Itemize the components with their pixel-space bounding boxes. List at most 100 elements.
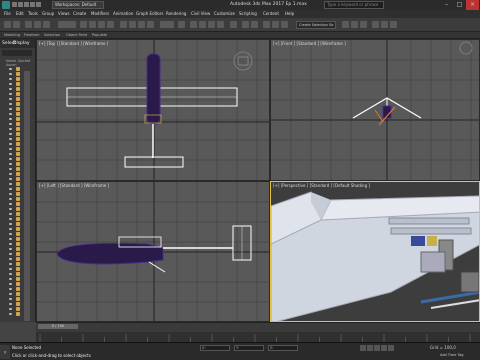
bind-space-warp-icon[interactable] — [43, 21, 50, 28]
visibility-eye-icon[interactable] — [9, 258, 12, 260]
go-to-end-icon[interactable] — [388, 345, 394, 351]
viewport-top[interactable]: [+] [Top ] [Standard ] [Wireframe ] — [36, 39, 270, 181]
reference-coordinate-dropdown[interactable] — [160, 21, 174, 28]
layer-explorer-icon[interactable] — [272, 21, 279, 28]
visibility-eye-icon[interactable] — [9, 143, 12, 145]
window-crossing-icon[interactable] — [107, 21, 114, 28]
visibility-eye-icon[interactable] — [9, 168, 12, 170]
align-icon[interactable] — [251, 21, 258, 28]
visibility-eye-icon[interactable] — [9, 203, 12, 205]
menu-create[interactable]: Create — [73, 11, 86, 16]
visibility-eye-icon[interactable] — [9, 273, 12, 275]
visibility-eye-icon[interactable] — [9, 243, 12, 245]
x-coordinate-field[interactable]: X: — [200, 345, 230, 351]
search-input[interactable]: Type a keyword or phrase — [324, 1, 384, 9]
app-logo-icon[interactable] — [2, 1, 10, 9]
visibility-eye-icon[interactable] — [9, 103, 12, 105]
spinner-snap-icon[interactable] — [217, 21, 224, 28]
snap-toggle-icon[interactable] — [190, 21, 197, 28]
pivot-center-icon[interactable] — [178, 21, 185, 28]
save-icon[interactable] — [24, 2, 29, 7]
rendered-frame-window-icon[interactable] — [381, 21, 388, 28]
redo-icon[interactable] — [13, 21, 20, 28]
visibility-eye-icon[interactable] — [9, 283, 12, 285]
undo-icon[interactable] — [30, 2, 35, 7]
visibility-eye-icon[interactable] — [9, 93, 12, 95]
visibility-eye-icon[interactable] — [9, 193, 12, 195]
visibility-eye-icon[interactable] — [9, 163, 12, 165]
visibility-eye-icon[interactable] — [9, 128, 12, 130]
material-editor-icon[interactable] — [360, 21, 367, 28]
visibility-eye-icon[interactable] — [9, 228, 12, 230]
visibility-eye-icon[interactable] — [9, 148, 12, 150]
scale-icon[interactable] — [138, 21, 145, 28]
menu-scripting[interactable]: Scripting — [239, 11, 257, 16]
render-production-icon[interactable] — [390, 21, 397, 28]
viewport-label-left[interactable]: [+] [Left ] [Standard ] [Wireframe ] — [39, 183, 109, 188]
new-file-icon[interactable] — [12, 2, 17, 7]
undo-icon[interactable] — [4, 21, 11, 28]
menu-content[interactable]: Content — [263, 11, 279, 16]
viewport-label-top[interactable]: [+] [Top ] [Standard ] [Wireframe ] — [39, 41, 108, 46]
open-file-icon[interactable] — [18, 2, 23, 7]
menu-edit[interactable]: Edit — [16, 11, 24, 16]
visibility-eye-icon[interactable] — [9, 263, 12, 265]
mirror-icon[interactable] — [242, 21, 249, 28]
rectangular-selection-icon[interactable] — [98, 21, 105, 28]
previous-frame-icon[interactable] — [367, 345, 373, 351]
menu-tools[interactable]: Tools — [28, 11, 38, 16]
visibility-eye-icon[interactable] — [9, 223, 12, 225]
visibility-eye-icon[interactable] — [9, 113, 12, 115]
menu-views[interactable]: Views — [58, 11, 70, 16]
minimize-icon[interactable]: – — [440, 0, 453, 10]
visibility-eye-icon[interactable] — [9, 293, 12, 295]
maxscript-listener-icon[interactable]: ▮ — [0, 345, 10, 359]
select-object-icon[interactable] — [80, 21, 87, 28]
visibility-eye-icon[interactable] — [9, 183, 12, 185]
visibility-eye-icon[interactable] — [9, 68, 12, 70]
visibility-eye-icon[interactable] — [9, 268, 12, 270]
move-icon[interactable] — [120, 21, 127, 28]
explorer-scrollbar[interactable] — [24, 71, 30, 321]
visibility-eye-icon[interactable] — [9, 308, 12, 310]
rotate-icon[interactable] — [129, 21, 136, 28]
menu-modifiers[interactable]: Modifiers — [91, 11, 109, 16]
angle-snap-icon[interactable] — [199, 21, 206, 28]
visibility-eye-icon[interactable] — [9, 218, 12, 220]
ribbon-toggle-icon[interactable] — [281, 21, 288, 28]
scene-object-row[interactable] — [2, 312, 24, 317]
visibility-eye-icon[interactable] — [9, 233, 12, 235]
viewport-front[interactable]: [+] [Front ] [Standard ] [Wireframe ] — [270, 39, 480, 181]
visibility-eye-icon[interactable] — [9, 188, 12, 190]
redo-icon[interactable] — [36, 2, 41, 7]
select-by-name-icon[interactable] — [89, 21, 96, 28]
visibility-eye-icon[interactable] — [9, 208, 12, 210]
visibility-eye-icon[interactable] — [9, 213, 12, 215]
visibility-eye-icon[interactable] — [9, 248, 12, 250]
play-icon[interactable] — [374, 345, 380, 351]
close-icon[interactable]: × — [466, 0, 479, 10]
next-frame-icon[interactable] — [381, 345, 387, 351]
workspace-selector[interactable]: Workspaces: Default — [52, 1, 104, 9]
visibility-eye-icon[interactable] — [9, 288, 12, 290]
edit-named-selection-icon[interactable] — [230, 21, 237, 28]
visibility-eye-icon[interactable] — [9, 138, 12, 140]
selection-set-dropdown[interactable]: Create Selection Se — [296, 21, 336, 29]
visibility-eye-icon[interactable] — [9, 123, 12, 125]
visibility-eye-icon[interactable] — [9, 178, 12, 180]
visibility-eye-icon[interactable] — [9, 83, 12, 85]
visibility-eye-icon[interactable] — [9, 78, 12, 80]
viewport-label-perspective[interactable]: [+] [Perspective ] [Standard ] [Default … — [273, 183, 370, 188]
menu-help[interactable]: Help — [285, 11, 294, 16]
viewport-perspective[interactable]: [+] [Perspective ] [Standard ] [Default … — [270, 181, 480, 322]
menu-civil-view[interactable]: Civil View — [191, 11, 210, 16]
ribbon-tab-object-paint[interactable]: Object Paint — [66, 33, 87, 37]
visibility-eye-icon[interactable] — [9, 278, 12, 280]
menu-group[interactable]: Group — [42, 11, 54, 16]
ribbon-tab-modeling[interactable]: Modeling — [4, 33, 20, 37]
viewport-left[interactable]: [+] [Left ] [Standard ] [Wireframe ] — [36, 181, 270, 322]
visibility-eye-icon[interactable] — [9, 158, 12, 160]
visibility-eye-icon[interactable] — [9, 313, 12, 315]
menu-file[interactable]: File — [4, 11, 11, 16]
menu-animation[interactable]: Animation — [113, 11, 133, 16]
